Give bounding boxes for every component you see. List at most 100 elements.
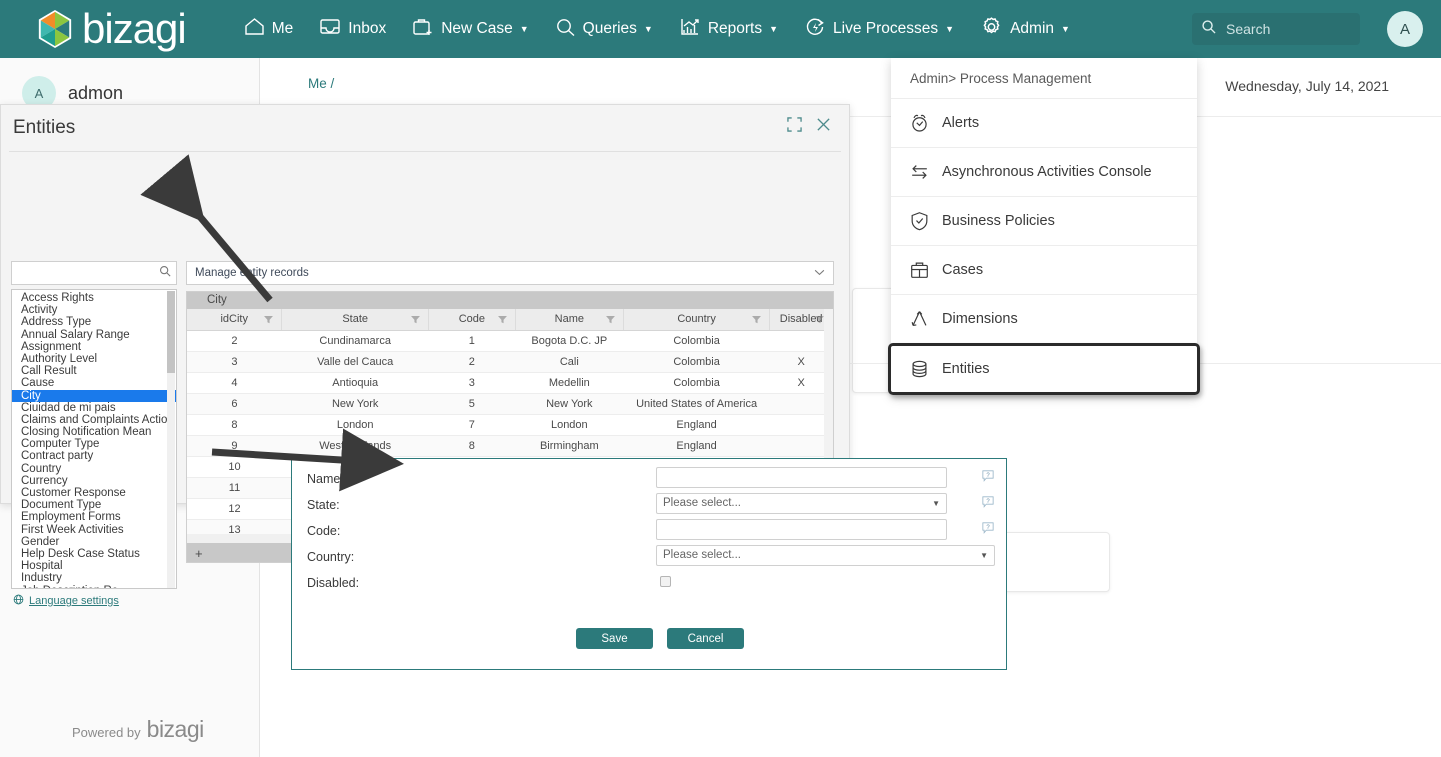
table-row[interactable]: 6 New York 5 New York United States of Ameri… xyxy=(187,393,833,415)
expand-icon[interactable] xyxy=(787,117,802,137)
entity-list-item[interactable]: City xyxy=(12,389,176,402)
nav-item-queries[interactable]: Queries ▼ xyxy=(555,17,653,42)
entity-search[interactable] xyxy=(11,261,177,285)
language-settings-link[interactable]: Language settings xyxy=(13,594,119,608)
manage-mode-select[interactable]: Manage entity records xyxy=(186,261,834,285)
column-header[interactable]: Name xyxy=(515,309,624,331)
menu-item-cases[interactable]: Cases xyxy=(891,245,1197,294)
save-button[interactable]: Save xyxy=(576,628,653,649)
entity-list-item[interactable]: Closing Notification Mean xyxy=(12,426,176,438)
add-row-icon[interactable]: + xyxy=(195,544,203,562)
entity-list-item[interactable]: Assignment xyxy=(12,341,176,353)
entity-search-input[interactable] xyxy=(17,265,155,281)
code-input[interactable] xyxy=(656,519,947,540)
date-label: Wednesday, July 14, 2021 xyxy=(1225,78,1389,94)
nav-label: Admin xyxy=(1010,20,1055,37)
entity-list-item[interactable]: Country xyxy=(12,463,176,475)
scrollbar-thumb[interactable] xyxy=(167,291,175,373)
filter-icon[interactable] xyxy=(605,315,615,327)
help-icon-state[interactable]: ? xyxy=(982,495,994,508)
nav-item-admin[interactable]: Admin ▼ xyxy=(980,16,1070,43)
nav-label: Queries xyxy=(582,20,637,37)
cancel-button[interactable]: Cancel xyxy=(667,628,744,649)
entity-list-item[interactable]: Activity xyxy=(12,304,176,316)
entity-list-item[interactable]: Contract party xyxy=(12,450,176,462)
filter-icon[interactable] xyxy=(410,315,420,327)
menu-item-dimensions[interactable]: Dimensions xyxy=(891,294,1197,343)
entity-list-item[interactable]: Employment Forms xyxy=(12,511,176,523)
entity-list-item[interactable]: Address Type xyxy=(12,316,176,328)
table-row[interactable]: 8 London 7 London England xyxy=(187,414,833,436)
table-cell: 1 xyxy=(428,330,516,352)
disabled-checkbox[interactable] xyxy=(660,576,671,587)
entity-list-scrollbar[interactable] xyxy=(167,291,175,588)
entity-list-item[interactable]: Claims and Complaints Action xyxy=(12,414,176,426)
bizagi-logo[interactable]: bizagi xyxy=(36,8,187,50)
entity-list-item[interactable]: Job Description Re xyxy=(12,585,176,589)
entity-list-item[interactable]: Ciuidad de mi pais xyxy=(12,402,176,414)
state-select[interactable]: Please select... ▼ xyxy=(656,493,947,514)
search-icon xyxy=(1201,19,1216,39)
help-icon-name[interactable]: ? xyxy=(982,469,994,482)
chevron-down-icon: ▼ xyxy=(1061,23,1070,34)
entity-list-item[interactable]: Gender xyxy=(12,536,176,548)
table-cell: Bogota D.C. JP xyxy=(515,330,624,352)
entity-list-item[interactable]: Currency xyxy=(12,475,176,487)
user-avatar-button[interactable]: A xyxy=(1387,11,1423,47)
table-cell: West Midlands xyxy=(281,435,429,457)
table-cell: Birmingham xyxy=(515,435,624,457)
table-cell: 3 xyxy=(187,351,282,373)
filter-icon[interactable] xyxy=(752,315,762,327)
entity-list-item[interactable]: Cause xyxy=(12,377,176,389)
chevron-down-icon: ▼ xyxy=(980,551,988,560)
menu-item-entities[interactable]: Entities xyxy=(888,343,1200,395)
table-row[interactable]: 9 West Midlands 8 Birmingham England xyxy=(187,435,833,457)
filter-icon[interactable] xyxy=(264,315,274,327)
table-cell: 2 xyxy=(428,351,516,373)
entity-list-item[interactable]: First Week Activities xyxy=(12,524,176,536)
entity-list-item[interactable]: Annual Salary Range xyxy=(12,329,176,341)
menu-item-business-policies[interactable]: Business Policies xyxy=(891,196,1197,245)
admin-dropdown-menu: Admin> Process Management Alerts Asynchr… xyxy=(888,58,1200,395)
modal-actions xyxy=(787,117,831,137)
table-cell: New York xyxy=(281,393,429,415)
entity-list-item[interactable]: Hospital xyxy=(12,560,176,572)
nav-item-me[interactable]: Me xyxy=(244,17,293,41)
nav-item-live-processes[interactable]: Live Processes ▼ xyxy=(804,17,954,42)
table-row[interactable]: 3 Valle del Cauca 2 Cali Colombia X xyxy=(187,351,833,373)
nav-item-new-case[interactable]: New Case ▼ xyxy=(412,17,529,42)
entity-list-item[interactable]: Industry xyxy=(12,572,176,584)
column-header[interactable]: idCity xyxy=(187,309,283,331)
table-row[interactable]: 4 Antioquia 3 Medellin Colombia X xyxy=(187,372,833,394)
global-search[interactable] xyxy=(1192,13,1360,45)
menu-item-asynchronous-activities-console[interactable]: Asynchronous Activities Console xyxy=(891,147,1197,196)
filter-icon[interactable] xyxy=(497,315,507,327)
menu-item-alerts[interactable]: Alerts xyxy=(891,98,1197,147)
table-cell: Antioquia xyxy=(281,372,429,394)
entity-list-item[interactable]: Help Desk Case Status xyxy=(12,548,176,560)
entity-list-item[interactable]: Computer Type xyxy=(12,438,176,450)
entity-list-item[interactable]: Access Rights xyxy=(12,292,176,304)
name-input[interactable] xyxy=(656,467,947,488)
column-header[interactable]: Code xyxy=(428,309,516,331)
language-settings-label: Language settings xyxy=(29,595,119,607)
entity-list-item[interactable]: Call Result xyxy=(12,365,176,377)
close-icon[interactable] xyxy=(816,117,831,137)
help-icon-code[interactable]: ? xyxy=(982,521,994,534)
table-row[interactable]: 2 Cundinamarca 1 Bogota D.C. JP Colombia xyxy=(187,330,833,352)
table-cell: Colombia xyxy=(623,351,770,373)
country-select[interactable]: Please select... ▼ xyxy=(656,545,995,566)
entity-list[interactable]: Access Rights Activity Address Type Annual … xyxy=(11,289,177,589)
nav-item-inbox[interactable]: Inbox xyxy=(319,17,386,41)
chevron-down-icon: ▼ xyxy=(519,23,529,34)
entity-list-item[interactable]: Customer Response xyxy=(12,487,176,499)
nav-item-reports[interactable]: Reports ▼ xyxy=(679,17,778,42)
column-header[interactable]: State xyxy=(281,309,429,331)
manage-mode-value: Manage entity records xyxy=(195,267,309,279)
entity-list-item[interactable]: Document Type xyxy=(12,499,176,511)
search-input[interactable] xyxy=(1224,20,1344,38)
column-header[interactable]: Country xyxy=(623,309,771,331)
breadcrumb[interactable]: Me / xyxy=(308,76,334,91)
entity-list-item[interactable]: Authority Level xyxy=(12,353,176,365)
filter-icon[interactable] xyxy=(815,315,824,327)
